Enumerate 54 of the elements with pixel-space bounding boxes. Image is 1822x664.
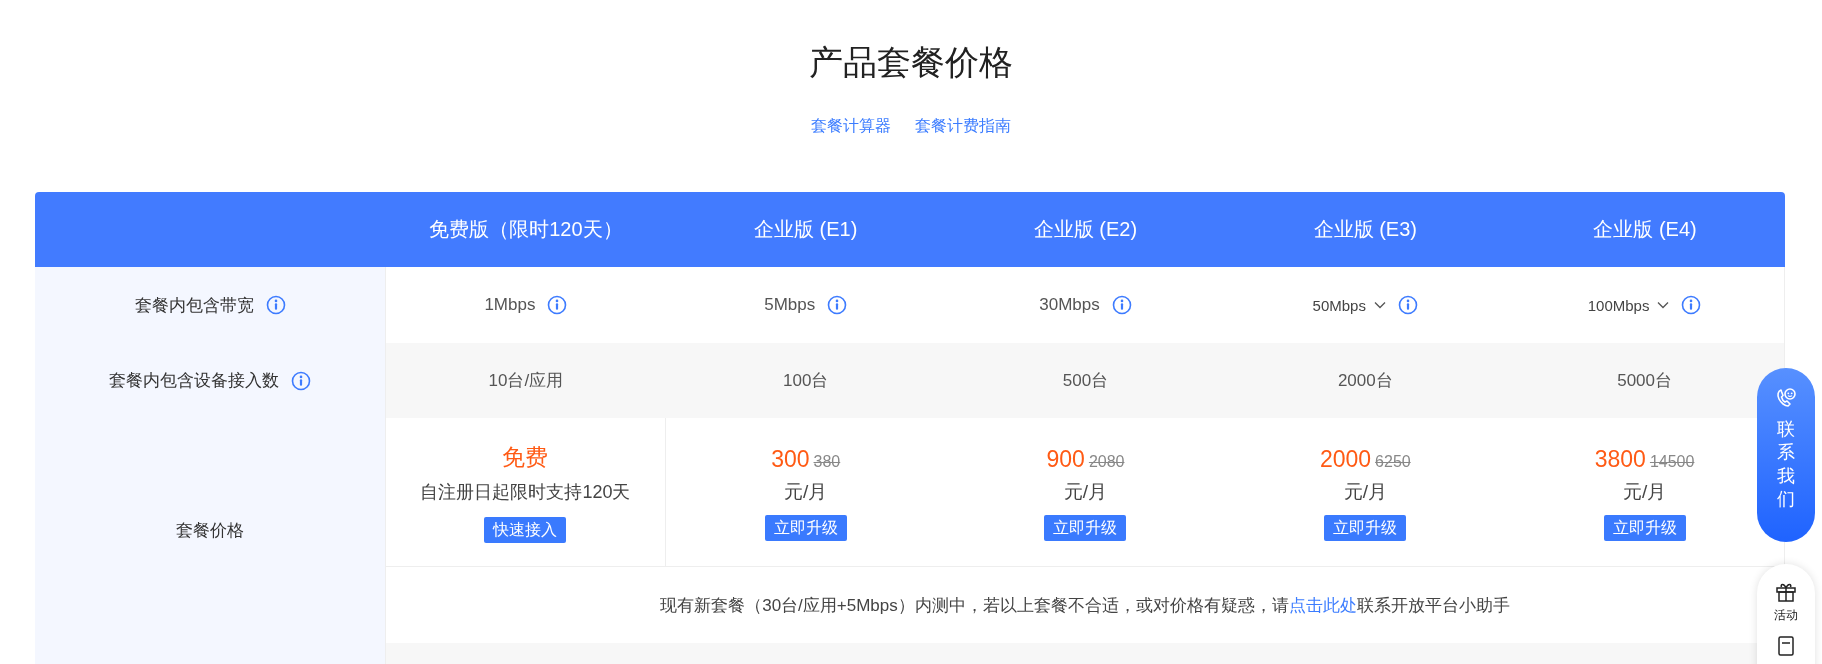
info-icon bbox=[1111, 295, 1132, 315]
price-unit: 元/月 bbox=[1343, 480, 1387, 504]
contact-link[interactable]: 点击此处 bbox=[1288, 595, 1357, 615]
info-icon bbox=[291, 370, 311, 391]
original-price: 380 bbox=[813, 453, 841, 471]
cell-value: 30Mbps bbox=[1039, 295, 1101, 315]
info-icon bbox=[827, 295, 848, 315]
page-title: 产品套餐价格 bbox=[808, 42, 1014, 83]
original-price: 14500 bbox=[1649, 453, 1695, 471]
cell-value: 5000台 bbox=[1617, 370, 1672, 392]
cell-value: 500台 bbox=[1062, 370, 1109, 392]
guide-link[interactable]: 套餐计算器 bbox=[811, 114, 891, 138]
plan-header: 企业版 (E2) bbox=[945, 192, 1226, 267]
cell-value: 100台 bbox=[783, 370, 829, 392]
guide-link[interactable]: 套餐计费指南 bbox=[915, 114, 1011, 138]
row-label: 套餐内包含设备接入数 bbox=[109, 370, 279, 392]
price-text: 300 bbox=[771, 445, 810, 474]
plan-header: 企业版 (E3) bbox=[1225, 192, 1506, 267]
cell-value: 2000台 bbox=[1337, 370, 1393, 392]
bandwidth-dropdown[interactable]: 50Mbps bbox=[1312, 296, 1398, 314]
chevron-down-icon bbox=[1373, 301, 1386, 309]
upgrade-button[interactable]: 立即升级 bbox=[1603, 515, 1686, 541]
contact-us-button[interactable]: 联系我们 bbox=[1757, 368, 1815, 542]
cell-value: 5Mbps bbox=[764, 295, 817, 315]
price-unit: 元/月 bbox=[1622, 480, 1667, 504]
info-icon bbox=[1681, 295, 1702, 315]
bandwidth-dropdown[interactable]: 100Mbps bbox=[1587, 296, 1682, 314]
tool-label[interactable]: 活动 bbox=[1774, 607, 1798, 624]
info-icon bbox=[547, 295, 568, 315]
cell-value: 1Mbps bbox=[484, 295, 537, 315]
price-text: 免费 bbox=[502, 443, 549, 472]
upgrade-button[interactable]: 立即升级 bbox=[1324, 515, 1407, 541]
original-price: 2080 bbox=[1088, 453, 1125, 471]
chevron-down-icon bbox=[1657, 301, 1670, 309]
plan-header: 企业版 (E4) bbox=[1505, 192, 1785, 267]
original-price: 6250 bbox=[1375, 453, 1411, 471]
price-text: 3800 bbox=[1594, 445, 1646, 474]
chat-phone-icon bbox=[1774, 386, 1798, 410]
plan-header: 免费版（限时120天） bbox=[386, 192, 666, 267]
price-text: 2000 bbox=[1319, 445, 1372, 474]
plan-header: 企业版 (E1) bbox=[665, 192, 946, 267]
row-label: 套餐价格 bbox=[176, 520, 244, 542]
row-label: 套餐内包含带宽 bbox=[134, 294, 254, 317]
price-text: 900 bbox=[1046, 445, 1085, 474]
free-note: 自注册日起限时支持120天 bbox=[420, 481, 631, 504]
info-icon bbox=[265, 295, 286, 315]
access-button[interactable]: 快速接入 bbox=[484, 517, 567, 543]
price-unit: 元/月 bbox=[784, 480, 828, 504]
info-icon bbox=[1397, 295, 1418, 315]
upgrade-button[interactable]: 立即升级 bbox=[1044, 515, 1127, 541]
cell-value: 10台/应用 bbox=[488, 370, 564, 392]
notice-text: 现有新套餐（30台/应用+5Mbps）内测中，若以上套餐不合适，或对价格有疑惑，请点击此处联系开放平台小助手 bbox=[660, 594, 1510, 617]
price-unit: 元/月 bbox=[1063, 480, 1108, 504]
upgrade-button[interactable]: 立即升级 bbox=[764, 515, 847, 541]
